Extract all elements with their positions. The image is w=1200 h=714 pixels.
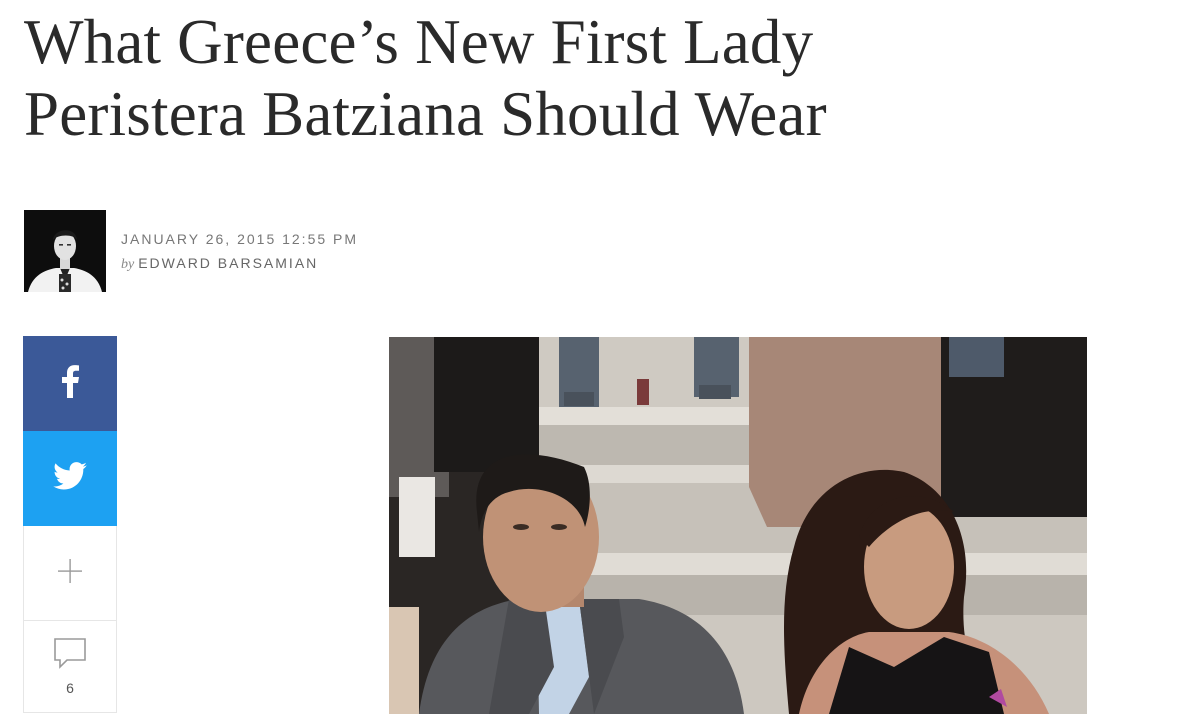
comment-icon <box>53 637 87 674</box>
author-line: by EDWARD BARSAMIAN <box>121 254 358 274</box>
by-prefix: by <box>121 257 135 272</box>
comment-count: 6 <box>66 680 74 696</box>
headline-line-1: What Greece’s New First Lady <box>24 7 814 77</box>
plus-icon <box>56 557 84 590</box>
share-facebook-button[interactable] <box>23 336 117 431</box>
byline: JANUARY 26, 2015 12:55 PM by EDWARD BARSA… <box>24 210 524 294</box>
author-name[interactable]: EDWARD BARSAMIAN <box>138 255 318 271</box>
publish-date: JANUARY 26, 2015 12:55 PM <box>121 231 359 247</box>
share-rail: 6 <box>23 336 117 713</box>
article-headline: What Greece’s New First Lady Peristera B… <box>24 6 1174 150</box>
comments-button[interactable]: 6 <box>23 621 117 713</box>
share-more-button[interactable] <box>23 526 117 621</box>
facebook-icon <box>60 364 80 403</box>
article-photo <box>389 337 1087 714</box>
byline-meta: JANUARY 26, 2015 12:55 PM by EDWARD BARSA… <box>121 230 358 274</box>
twitter-icon <box>53 462 87 495</box>
headline-line-2: Peristera Batziana Should Wear <box>24 79 827 149</box>
share-twitter-button[interactable] <box>23 431 117 526</box>
author-avatar[interactable] <box>24 210 106 292</box>
